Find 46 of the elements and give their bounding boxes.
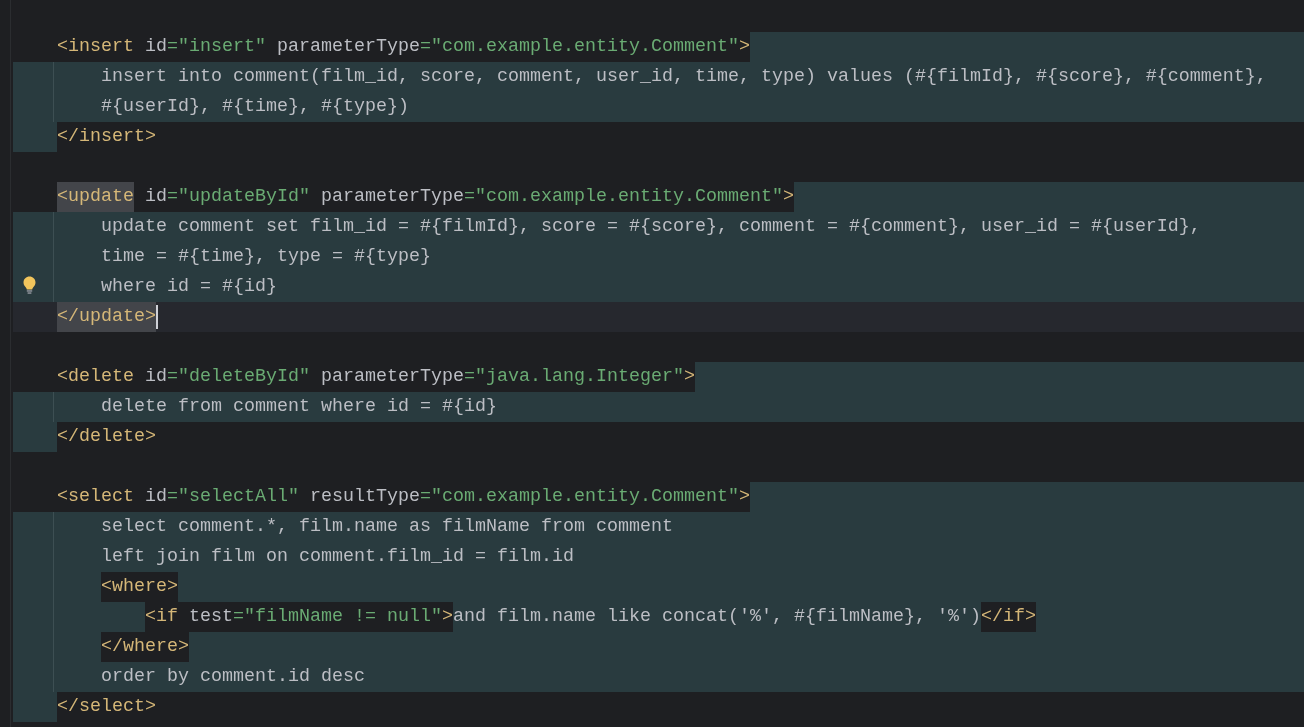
sql-code: time = #{time}, type = #{type} [101,245,431,269]
attribute-name: parameterType [277,35,420,59]
attribute-value: ="com.example.entity.Comment" [463,185,783,209]
attribute-value: ="java.lang.Integer" [463,365,684,389]
xml-end-tag: </update> [57,302,156,332]
xml-end-tag: </if> [980,602,1036,632]
attribute-name: id [145,485,167,509]
sql-code: order by comment.id desc [101,665,365,689]
sql-code: update comment set film_id = #{filmId}, score = #{score}, comment = #{comment}, user_id = #{userId}, [101,215,1201,239]
attribute-name: test [189,605,233,629]
attribute-name: parameterType [321,365,464,389]
tag-bracket: > [442,605,453,629]
sql-code: delete from comment where id = #{id} [101,395,497,419]
sql-code: insert into comment(film_id, score, comment, user_id, time, type) values (#{filmId}, #{score}, #{comment}, [101,65,1267,89]
xml-tag-name: <update [57,182,134,212]
xml-tag-name: <select [57,485,134,509]
xml-end-tag: </insert> [57,122,156,152]
attribute-value: ="insert" [167,35,266,59]
xml-tag-name: <delete [57,365,134,389]
xml-end-tag: </where> [101,632,189,662]
attribute-value: ="selectAll" [167,485,299,509]
attribute-name: id [145,365,167,389]
xml-tag-name: <if [145,605,178,629]
xml-tag-name: <insert [57,35,134,59]
tag-bracket: > [738,35,750,59]
xml-end-tag: </select> [57,692,156,722]
lightbulb-icon[interactable] [23,276,36,294]
tag-bracket: > [738,485,750,509]
attribute-name: resultType [310,485,420,509]
attribute-name: id [145,35,167,59]
attribute-value: ="com.example.entity.Comment" [420,35,739,59]
attribute-name: parameterType [321,185,464,209]
sql-code: left join film on comment.film_id = film.id [101,545,574,569]
sql-code: select comment.*, film.name as filmName from comment [101,515,673,539]
attribute-name: id [145,185,167,209]
attribute-value: ="com.example.entity.Comment" [420,485,739,509]
attribute-value: ="deleteById" [167,365,310,389]
sql-code: and film.name like concat('%', #{filmName}, '%') [453,605,981,629]
xml-end-tag: </delete> [57,422,156,452]
tag-bracket: > [683,365,695,389]
attribute-value: ="updateById" [167,185,310,209]
tag-bracket: > [782,185,794,209]
sql-code: where id = #{id} [101,275,277,299]
xml-start-tag: <where> [101,572,178,602]
attribute-value: ="filmName != null" [233,605,442,629]
sql-code: #{userId}, #{time}, #{type}) [101,95,409,119]
